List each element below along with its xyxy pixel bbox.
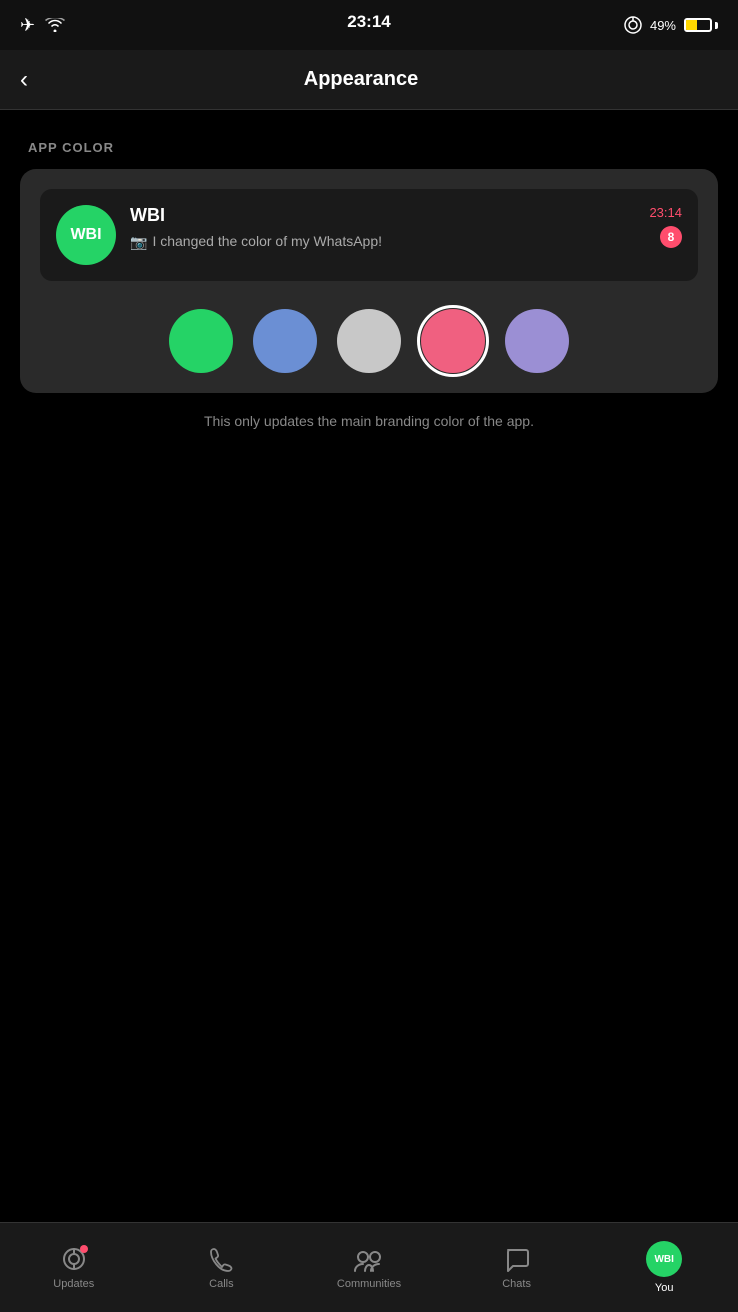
nav-item-calls[interactable]: Calls	[148, 1235, 296, 1300]
color-option-green[interactable]	[169, 309, 233, 373]
header: ‹ Appearance	[0, 50, 738, 110]
nav-label-chats: Chats	[502, 1278, 531, 1290]
battery-percentage: 49%	[650, 18, 676, 33]
nav-label-communities: Communities	[337, 1278, 401, 1290]
color-option-blue[interactable]	[253, 309, 317, 373]
bottom-nav: Updates Calls Communities	[0, 1222, 738, 1312]
hint-text: This only updates the main branding colo…	[20, 411, 718, 432]
nav-item-updates[interactable]: Updates	[0, 1235, 148, 1300]
avatar: WBI	[56, 205, 116, 265]
chat-message: 📷 I changed the color of my WhatsApp!	[130, 232, 682, 253]
status-time: 23:14	[347, 12, 390, 32]
color-option-gray[interactable]	[337, 309, 401, 373]
color-option-purple[interactable]	[505, 309, 569, 373]
chat-name: WBI	[130, 205, 682, 226]
nav-label-updates: Updates	[53, 1278, 94, 1290]
communities-icon	[351, 1245, 387, 1273]
calls-icon	[207, 1245, 235, 1273]
camera-icon: 📷	[130, 233, 147, 253]
back-button[interactable]: ‹	[20, 66, 28, 94]
color-picker-card: WBI WBI 📷 I changed the color of my What…	[20, 169, 718, 393]
nav-label-you: You	[655, 1282, 674, 1294]
circle-icon	[624, 16, 642, 34]
status-left-icons: ✈	[20, 15, 65, 36]
chat-meta: 23:14 8	[649, 205, 682, 248]
you-avatar: WBI	[646, 1241, 682, 1277]
status-right-icons: 49%	[624, 16, 718, 34]
chats-icon	[503, 1245, 531, 1273]
color-options	[40, 309, 698, 373]
section-label-app-color: APP COLOR	[20, 140, 718, 155]
nav-item-you[interactable]: WBI You	[590, 1231, 738, 1304]
main-content: APP COLOR WBI WBI 📷 I changed the color …	[0, 110, 738, 462]
wifi-icon	[45, 18, 65, 32]
color-option-pink[interactable]	[421, 309, 485, 373]
nav-item-communities[interactable]: Communities	[295, 1235, 443, 1300]
unread-badge: 8	[660, 226, 682, 248]
nav-label-calls: Calls	[209, 1278, 233, 1290]
airplane-icon: ✈	[20, 15, 35, 36]
notification-dot	[80, 1245, 88, 1253]
chat-time: 23:14	[649, 205, 682, 220]
battery-icon	[684, 18, 718, 32]
chat-preview: WBI WBI 📷 I changed the color of my What…	[40, 189, 698, 281]
nav-item-chats[interactable]: Chats	[443, 1235, 591, 1300]
updates-icon	[60, 1245, 88, 1273]
status-bar: ✈ 23:14 49%	[0, 0, 738, 50]
chat-info: WBI 📷 I changed the color of my WhatsApp…	[130, 205, 682, 253]
page-title: Appearance	[44, 68, 678, 91]
